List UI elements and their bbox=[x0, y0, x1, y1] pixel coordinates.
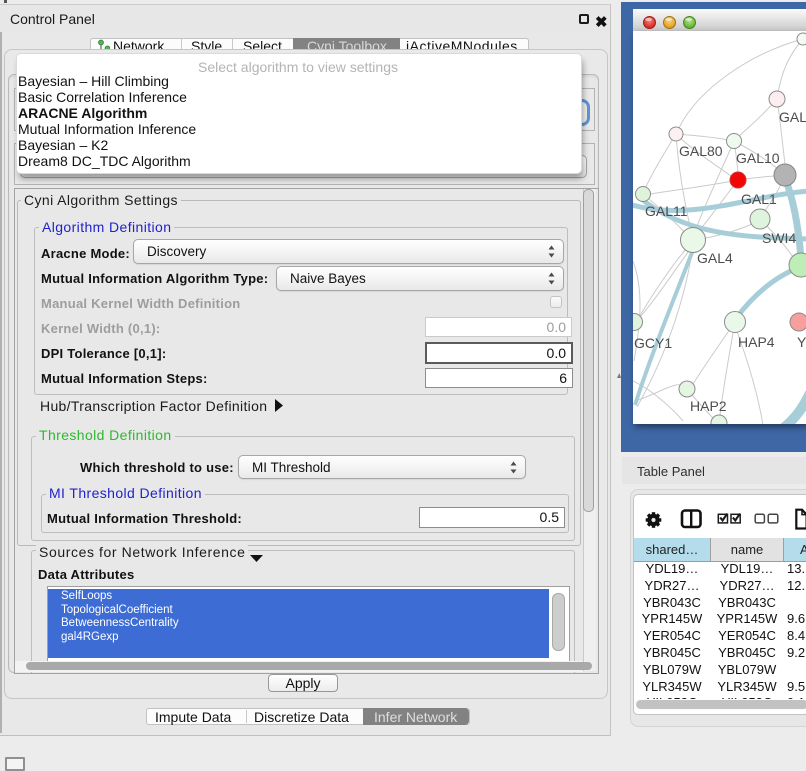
svg-text:GCY1: GCY1 bbox=[634, 335, 672, 351]
svg-text:GAL11: GAL11 bbox=[645, 203, 688, 219]
svg-text:GAL10: GAL10 bbox=[736, 150, 780, 166]
svg-text:SWI4: SWI4 bbox=[762, 230, 796, 246]
svg-text:GAL4: GAL4 bbox=[697, 250, 733, 266]
svg-text:HAP4: HAP4 bbox=[738, 334, 775, 350]
svg-text:GAL80: GAL80 bbox=[679, 143, 723, 159]
svg-text:Y: Y bbox=[797, 334, 806, 350]
svg-text:HAP2: HAP2 bbox=[690, 398, 727, 414]
svg-text:GAL7: GAL7 bbox=[779, 109, 806, 125]
svg-text:GAL1: GAL1 bbox=[741, 191, 777, 207]
